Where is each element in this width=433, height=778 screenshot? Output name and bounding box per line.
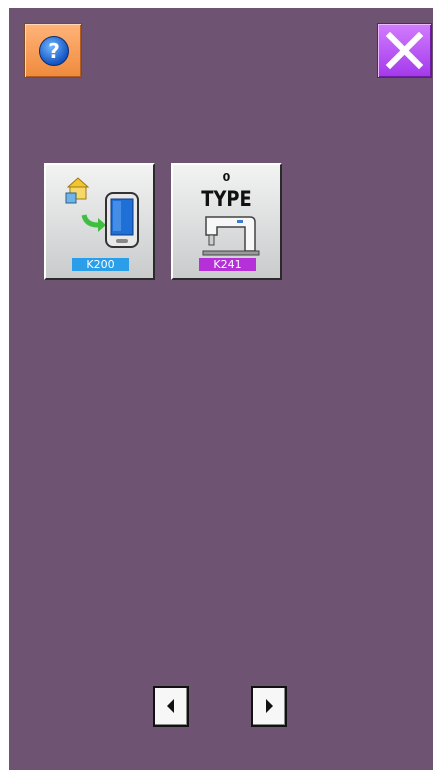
function-code-label: K200 — [72, 258, 129, 271]
panel-screen: ? K200 0 TYPE K241 — [9, 8, 433, 770]
function-code-label: K241 — [199, 258, 256, 271]
triangle-right-icon — [266, 699, 273, 713]
previous-page-button[interactable] — [153, 686, 189, 727]
close-button[interactable] — [377, 23, 432, 78]
next-page-button[interactable] — [251, 686, 287, 727]
communication-button[interactable]: K200 — [44, 163, 155, 280]
type-value: 0 — [222, 171, 231, 184]
question-circle-icon: ? — [39, 36, 69, 66]
help-button[interactable]: ? — [24, 23, 82, 78]
triangle-left-icon — [167, 699, 174, 713]
machine-type-button[interactable]: 0 TYPE K241 — [171, 163, 282, 280]
close-x-icon — [385, 31, 424, 70]
type-title: TYPE — [201, 187, 252, 211]
